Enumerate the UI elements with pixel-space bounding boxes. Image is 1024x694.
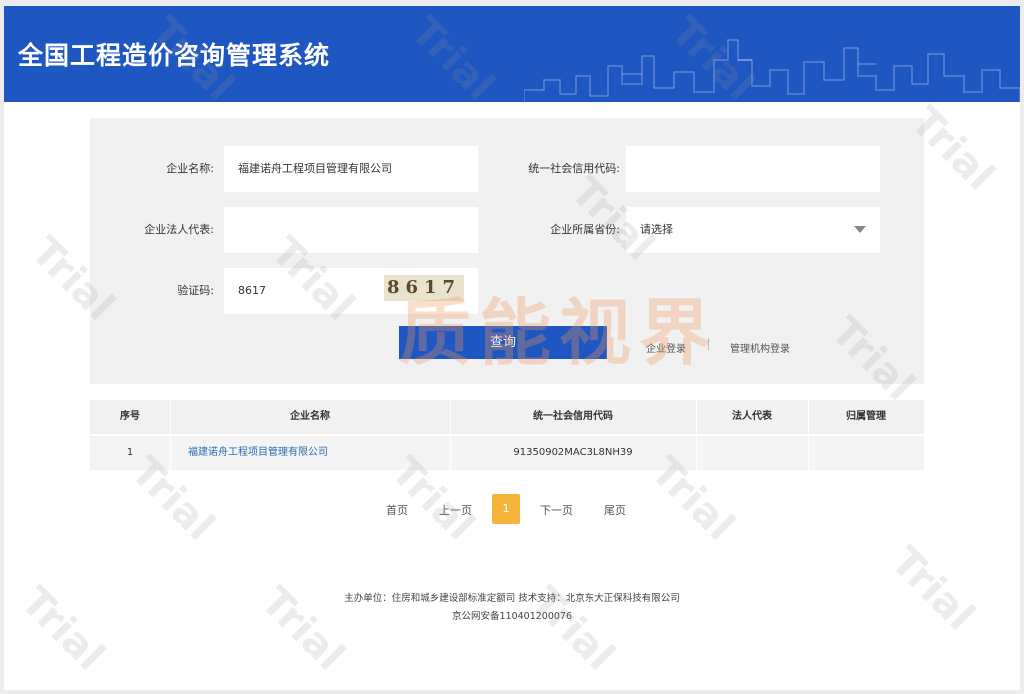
column-header-legal-rep: 法人代表 <box>732 411 772 422</box>
legal-rep-label: 企业法人代表: <box>144 223 214 236</box>
captcha-input-value: 8617 <box>238 284 266 297</box>
province-label: 企业所属省份: <box>550 223 620 236</box>
current-page-button[interactable]: 1 <box>492 494 520 524</box>
column-header-credit-code: 统一社会信用代码 <box>533 411 613 422</box>
first-page-link[interactable]: 首页 <box>386 502 408 518</box>
captcha-label: 验证码: <box>177 284 214 297</box>
footer-sponsor: 主办单位：住房和城乡建设部标准定额司 技术支持：北京东大正保科技有限公司 <box>344 593 680 604</box>
row-index: 1 <box>126 447 134 458</box>
site-footer: 主办单位：住房和城乡建设部标准定额司 技术支持：北京东大正保科技有限公司 京公网… <box>4 590 1020 626</box>
credit-code-label: 统一社会信用代码: <box>528 162 620 175</box>
column-header-index: 序号 <box>120 411 140 422</box>
table-row: 1 福建诺舟工程项目管理有限公司 91350902MAC3L8NH39 <box>90 436 924 470</box>
skyline-decoration <box>524 39 1020 102</box>
admin-login-link[interactable]: 管理机构登录 <box>730 340 790 355</box>
row-credit-code: 91350902MAC3L8NH39 <box>513 447 633 458</box>
column-header-company: 企业名称 <box>290 411 330 422</box>
link-divider <box>708 338 709 350</box>
company-name-input[interactable]: 福建诺舟工程项目管理有限公司 <box>224 146 478 192</box>
footer-icp: 京公网安备110401200076 <box>451 611 573 622</box>
query-button[interactable]: 查询 <box>399 326 607 359</box>
table-header-row: 序号 企业名称 统一社会信用代码 法人代表 归属管理 <box>90 400 924 434</box>
chevron-down-icon <box>854 226 866 233</box>
credit-code-input[interactable] <box>626 146 880 192</box>
enterprise-login-link[interactable]: 企业登录 <box>646 340 686 355</box>
prev-page-link[interactable]: 上一页 <box>439 502 472 518</box>
next-page-link[interactable]: 下一页 <box>540 502 573 518</box>
row-management <box>808 436 924 470</box>
page-frame: 全国工程造价咨询管理系统 企业名称: 福建诺舟工程项目管理有限公司 统一社会信用… <box>4 6 1020 690</box>
province-select-value: 请选择 <box>640 223 673 236</box>
row-legal-rep <box>696 436 808 470</box>
captcha-input[interactable]: 8617 8617 <box>224 268 478 314</box>
pagination: 首页 上一页 1 下一页 尾页 <box>4 494 1020 524</box>
company-name-label: 企业名称: <box>166 162 214 175</box>
search-panel: 企业名称: 福建诺舟工程项目管理有限公司 统一社会信用代码: 企业法人代表: 企… <box>90 118 924 384</box>
site-title: 全国工程造价咨询管理系统 <box>18 41 331 70</box>
legal-rep-input[interactable] <box>224 207 478 253</box>
last-page-link[interactable]: 尾页 <box>604 502 626 518</box>
results-table: 序号 企业名称 统一社会信用代码 法人代表 归属管理 1 福建诺舟工程项目管理有… <box>90 400 924 470</box>
province-select[interactable]: 请选择 <box>626 207 880 253</box>
column-header-management: 归属管理 <box>846 411 886 422</box>
site-header: 全国工程造价咨询管理系统 <box>4 6 1020 102</box>
captcha-image[interactable]: 8617 <box>384 275 464 301</box>
row-company-link[interactable]: 福建诺舟工程项目管理有限公司 <box>170 436 450 470</box>
